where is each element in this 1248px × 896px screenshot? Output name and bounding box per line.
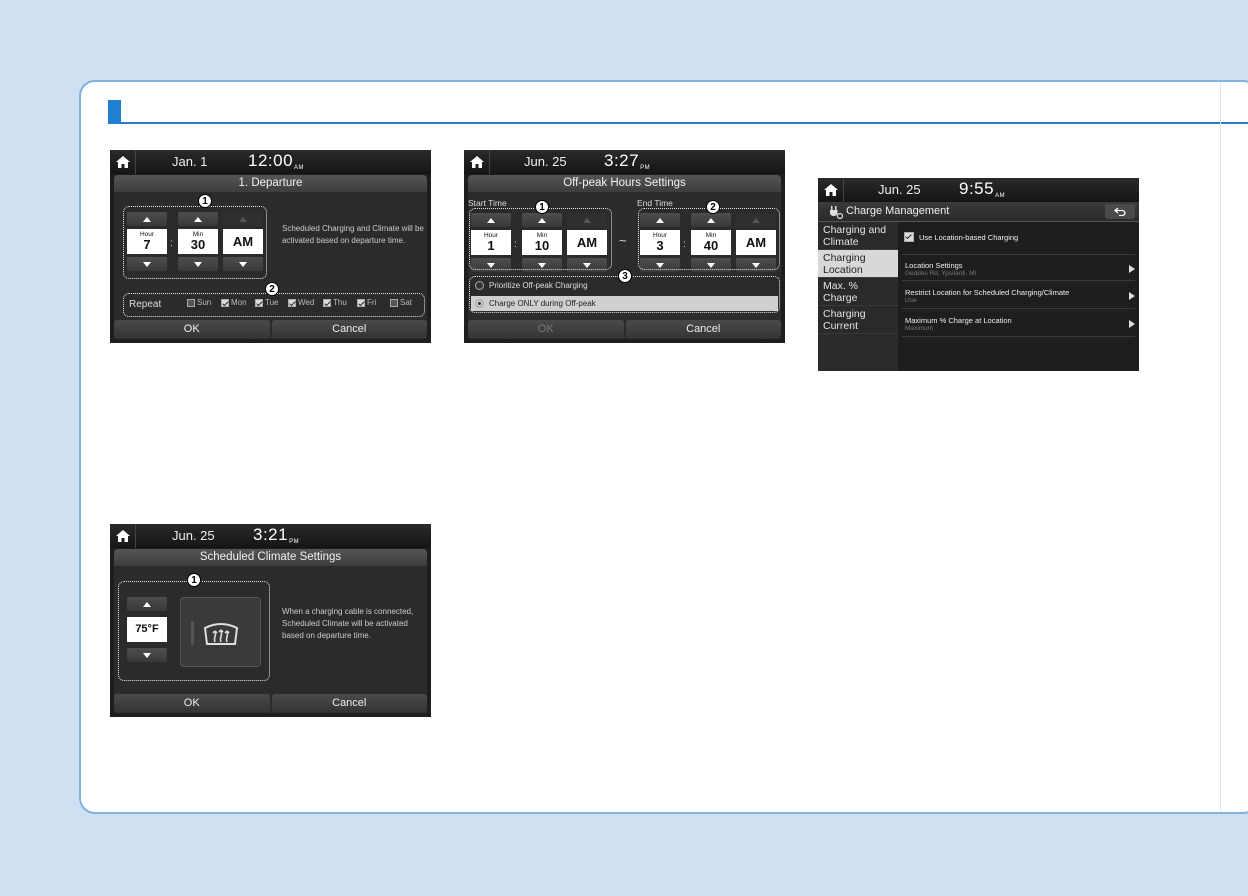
option-charge-only-offpeak[interactable]: Charge ONLY during Off-peak — [471, 296, 778, 311]
home-icon — [469, 156, 484, 168]
checkbox-icon — [390, 298, 398, 307]
sidebar-item-charging-climate[interactable]: Charging and Climate — [818, 222, 898, 250]
callout-badge-1: 1 — [198, 194, 212, 208]
ok-button[interactable]: OK — [114, 694, 270, 713]
option-prioritize-offpeak[interactable]: Prioritize Off-peak Charging — [471, 278, 778, 293]
section-rule — [121, 122, 1248, 124]
dialog-title: 1. Departure — [114, 175, 427, 192]
back-button[interactable] — [1105, 204, 1135, 219]
section-accent-bar — [108, 100, 121, 124]
status-bar: Jan. 1 12:00AM — [110, 150, 431, 174]
day-checkbox-thu[interactable]: Thu — [323, 298, 347, 307]
day-checkbox-sun[interactable]: Sun — [187, 298, 211, 307]
departure-screen: Jan. 1 12:00AM 1. Departure Hour 7 : Min 3… — [110, 150, 431, 343]
climate-screen: Jun. 25 3:21PM Scheduled Climate Setting… — [110, 524, 431, 717]
status-bar: Jun. 25 3:21PM — [110, 524, 431, 548]
dialog-title: Off-peak Hours Settings — [468, 175, 781, 192]
day-checkbox-wed[interactable]: Wed — [288, 298, 314, 307]
cancel-button[interactable]: Cancel — [271, 320, 427, 339]
row-max-charge-location[interactable]: Maximum % Charge at Location Maximum — [902, 310, 1135, 337]
ok-button[interactable]: OK — [468, 320, 624, 339]
callout-badge-1: 1 — [187, 573, 201, 587]
offpeak-dialog: Off-peak Hours Settings Start Time End T… — [468, 175, 781, 339]
departure-dialog: 1. Departure Hour 7 : Min 30 AM 1 Schedule… — [114, 175, 427, 339]
start-time-label: Start Time — [468, 198, 507, 208]
home-button[interactable] — [110, 524, 136, 548]
repeat-callout-box: Repeat Sun Mon Tue Wed Thu Fri Sat — [123, 293, 425, 317]
charge-management-screen: Jun. 25 9:55AM Charge Management Chargin… — [818, 178, 1139, 371]
checkbox-checked-icon — [357, 298, 365, 307]
use-location-checkbox[interactable]: Use Location-based Charging — [904, 232, 1018, 242]
callout-badge-2: 2 — [265, 282, 279, 296]
home-icon — [115, 530, 130, 542]
status-date: Jun. 25 — [524, 154, 567, 169]
sidebar-item-charging-current[interactable]: Charging Current — [818, 306, 898, 334]
day-checkbox-tue[interactable]: Tue — [255, 298, 279, 307]
callout-badge-1: 1 — [535, 200, 549, 214]
checkbox-checked-icon — [221, 298, 229, 307]
status-time: 3:21PM — [253, 525, 300, 545]
cancel-button[interactable]: Cancel — [271, 694, 427, 713]
day-checkbox-sat[interactable]: Sat — [390, 298, 412, 307]
start-time-callout-box — [469, 208, 612, 270]
side-divider — [1220, 82, 1221, 812]
back-arrow-icon — [1114, 207, 1126, 216]
status-date: Jan. 1 — [172, 154, 208, 169]
status-bar: Jun. 25 9:55AM — [818, 178, 1139, 202]
time-callout-box — [123, 206, 267, 279]
page-title: Charge Management — [846, 205, 950, 217]
radio-icon — [475, 281, 484, 290]
chevron-right-icon — [1129, 292, 1135, 300]
climate-info-text: When a charging cable is connected, Sche… — [282, 607, 414, 640]
checkbox-checked-icon — [904, 232, 914, 242]
climate-dialog: Scheduled Climate Settings 75°F 1 When a… — [114, 549, 427, 713]
cancel-button[interactable]: Cancel — [625, 320, 781, 339]
chevron-right-icon — [1129, 320, 1135, 328]
row-location-settings[interactable]: Location Settings Geddes Rd, Ypsilanti, … — [902, 254, 1135, 281]
checkbox-checked-icon — [255, 298, 263, 307]
sidebar-item-charging-location[interactable]: Charging Location — [818, 250, 898, 278]
status-date: Jun. 25 — [172, 528, 215, 543]
status-date: Jun. 25 — [878, 182, 921, 197]
home-icon — [823, 184, 838, 196]
sidebar-item-max-charge[interactable]: Max. % Charge — [818, 278, 898, 306]
dialog-title: Scheduled Climate Settings — [114, 549, 427, 566]
checkbox-checked-icon — [323, 298, 331, 307]
chevron-right-icon — [1129, 265, 1135, 273]
home-button[interactable] — [818, 178, 844, 202]
radio-selected-icon — [475, 299, 484, 308]
dialog-footer: OK Cancel — [114, 320, 427, 339]
sidebar: Charging and Climate Charging Location M… — [818, 222, 898, 371]
offpeak-screen: Jun. 25 3:27PM Off-peak Hours Settings S… — [464, 150, 785, 343]
end-time-callout-box — [638, 208, 780, 270]
ok-button[interactable]: OK — [114, 320, 270, 339]
status-time: 12:00AM — [248, 151, 305, 171]
title-bar: Charge Management — [818, 202, 1139, 222]
dialog-footer: OK Cancel — [114, 694, 427, 713]
home-button[interactable] — [110, 150, 136, 174]
status-time: 9:55AM — [959, 179, 1006, 199]
charge-management-icon — [830, 206, 843, 219]
checkbox-icon — [187, 298, 195, 307]
home-icon — [115, 156, 130, 168]
tilde-separator: ~ — [619, 233, 627, 248]
home-button[interactable] — [464, 150, 490, 174]
callout-badge-2: 2 — [706, 200, 720, 214]
day-checkbox-mon[interactable]: Mon — [221, 298, 247, 307]
day-checkbox-fri[interactable]: Fri — [357, 298, 376, 307]
status-time: 3:27PM — [604, 151, 651, 171]
checkbox-checked-icon — [288, 298, 296, 307]
row-restrict-location[interactable]: Restrict Location for Scheduled Charging… — [902, 282, 1135, 309]
repeat-label: Repeat — [129, 299, 162, 310]
climate-callout-box — [118, 581, 270, 681]
dialog-footer: OK Cancel — [468, 320, 781, 339]
departure-info-text: Scheduled Charging and Climate will be a… — [282, 224, 424, 245]
end-time-label: End Time — [637, 198, 673, 208]
status-bar: Jun. 25 3:27PM — [464, 150, 785, 174]
